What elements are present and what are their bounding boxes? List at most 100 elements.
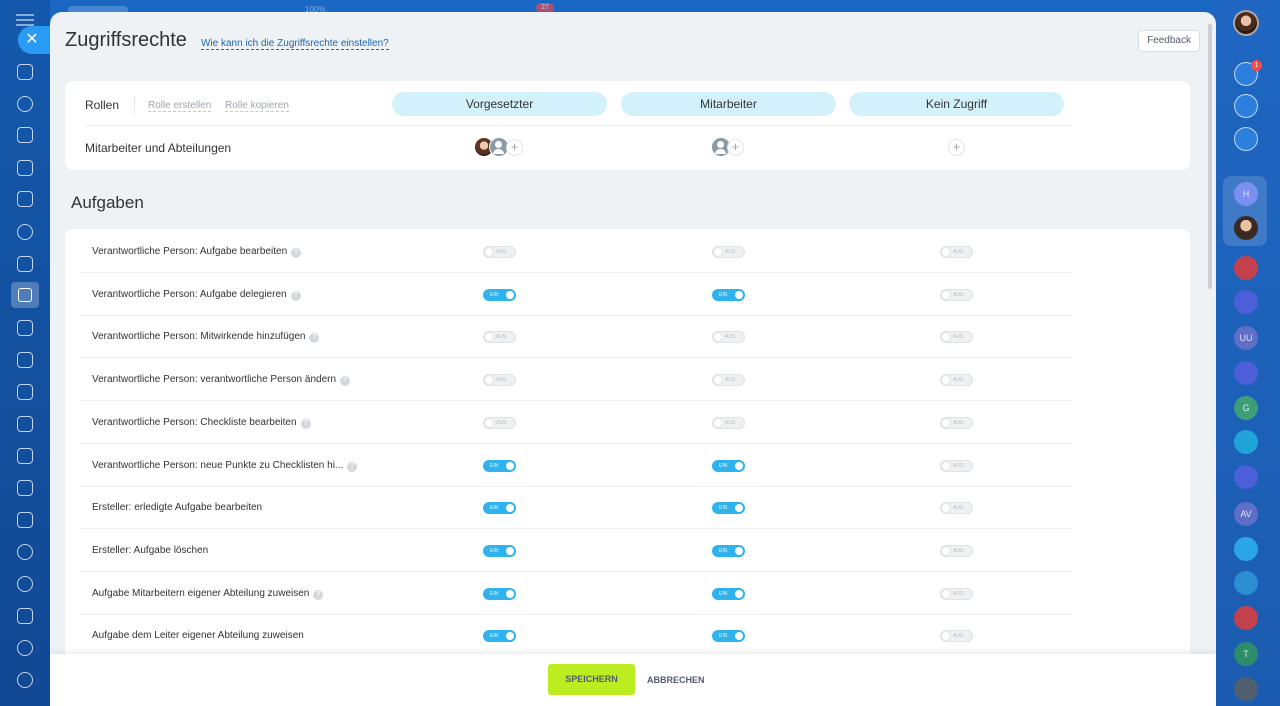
chat-avatar-t[interactable]: T [1234, 642, 1258, 666]
analytics-icon[interactable] [17, 384, 33, 400]
chat-avatar-h[interactable]: H [1234, 182, 1258, 206]
permission-toggle-vorgesetzter[interactable]: AUS [483, 331, 516, 344]
permission-toggle-kein-zugriff[interactable]: AUS [940, 587, 973, 600]
help-icon[interactable]: ? [291, 248, 302, 258]
permission-label: Ersteller: Aufgabe löschen [92, 545, 208, 556]
help-icon[interactable]: ? [313, 589, 324, 600]
permission-toggle-kein-zugriff[interactable]: AUS [940, 630, 973, 643]
lock-chat-icon[interactable] [1234, 256, 1258, 280]
channel-icon[interactable] [1234, 290, 1258, 314]
permission-toggle-kein-zugriff[interactable]: AUS [940, 502, 973, 515]
help-icon[interactable]: ? [347, 461, 358, 472]
toggle-state-text: EIN [719, 291, 728, 298]
tasks-icon[interactable] [11, 282, 39, 308]
scrollbar[interactable] [1208, 24, 1212, 289]
add-member-button[interactable]: + [948, 139, 965, 156]
permission-toggle-vorgesetzter[interactable]: EIN [483, 502, 516, 515]
drive-icon[interactable] [17, 320, 33, 336]
toggle-state-text: AUS [953, 462, 964, 469]
schedule-icon[interactable] [17, 512, 33, 528]
permission-toggle-mitarbeiter[interactable]: AUS [712, 416, 745, 429]
home-icon[interactable] [17, 64, 33, 80]
help-link[interactable]: Wie kann ich die Zugriffsrechte einstell… [201, 38, 389, 50]
chat-avatar-person[interactable] [1234, 216, 1258, 240]
permission-toggle-kein-zugriff[interactable]: AUS [940, 374, 973, 387]
permission-toggle-kein-zugriff[interactable]: AUS [940, 544, 973, 557]
permission-toggle-kein-zugriff[interactable]: AUS [940, 416, 973, 429]
add-member-button[interactable]: + [506, 139, 523, 156]
lock-chat-icon-2[interactable] [1234, 430, 1258, 454]
permission-toggle-mitarbeiter[interactable]: EIN [712, 459, 745, 472]
chat-avatar-av[interactable]: AV [1234, 502, 1258, 526]
permission-toggle-vorgesetzter[interactable]: EIN [483, 587, 516, 600]
at-sign-icon[interactable] [1234, 94, 1258, 118]
sign-icon[interactable] [17, 608, 33, 624]
permission-toggle-mitarbeiter[interactable]: EIN [712, 587, 745, 600]
settings-icon[interactable] [17, 672, 33, 688]
permission-toggle-vorgesetzter[interactable]: EIN [483, 459, 516, 472]
message-icon[interactable] [1234, 537, 1258, 561]
toggle-state-text: AUS [953, 633, 964, 640]
help-icon[interactable]: ? [309, 333, 320, 344]
toggle-knob [942, 589, 950, 598]
lock-chat-icon-3[interactable] [1234, 606, 1258, 630]
feed-icon[interactable] [17, 127, 33, 143]
task-chat-icon[interactable] [1234, 677, 1258, 701]
copy-role-link[interactable]: Rolle kopieren [225, 100, 289, 112]
permission-label: Ersteller: erledigte Aufgabe bearbeiten [92, 502, 262, 513]
chat-avatar-g[interactable]: G [1234, 396, 1258, 420]
add-member-button[interactable]: + [727, 139, 744, 156]
role-mitarbeiter[interactable]: Mitarbeiter [621, 92, 836, 116]
permission-toggle-vorgesetzter[interactable]: EIN [483, 630, 516, 643]
permission-toggle-kein-zugriff[interactable]: AUS [940, 246, 973, 258]
robot-icon[interactable] [17, 544, 33, 560]
documents-icon[interactable] [17, 256, 33, 272]
help-icon[interactable]: ? [300, 418, 311, 429]
presentation-icon[interactable] [17, 352, 33, 368]
contact-card-icon[interactable] [1234, 571, 1258, 595]
permission-toggle-vorgesetzter[interactable]: AUS [483, 374, 516, 387]
save-button[interactable]: SPEICHERN [548, 664, 635, 695]
help-icon[interactable]: ? [290, 290, 301, 301]
permission-toggle-mitarbeiter[interactable]: AUS [712, 374, 745, 387]
permission-toggle-mitarbeiter[interactable]: EIN [712, 288, 745, 301]
permission-toggle-vorgesetzter[interactable]: EIN [483, 544, 516, 557]
permission-toggle-vorgesetzter[interactable]: AUS [483, 416, 516, 429]
permission-label-text: Ersteller: Aufgabe löschen [92, 544, 209, 556]
permission-toggle-mitarbeiter[interactable]: EIN [712, 630, 745, 643]
menu-icon[interactable] [16, 14, 34, 26]
permission-toggle-mitarbeiter[interactable]: EIN [712, 544, 745, 557]
permission-toggle-kein-zugriff[interactable]: AUS [940, 331, 973, 344]
chat-avatar-uu[interactable]: UU [1234, 326, 1258, 350]
permission-toggle-kein-zugriff[interactable]: AUS [940, 288, 973, 301]
contacts-icon[interactable] [17, 480, 33, 496]
permission-toggle-kein-zugriff[interactable]: AUS [940, 459, 973, 472]
user-avatar[interactable] [1233, 10, 1259, 36]
create-role-link[interactable]: Rolle erstellen [148, 100, 212, 112]
permission-toggle-mitarbeiter[interactable]: AUS [712, 331, 745, 344]
feedback-button[interactable]: Feedback [1138, 30, 1200, 52]
page-title: Zugriffsrechte [65, 29, 187, 51]
headset-icon[interactable] [17, 640, 33, 656]
close-slider-button[interactable]: ✕ [18, 26, 50, 54]
toggle-state-text: AUS [496, 249, 507, 255]
permission-toggle-mitarbeiter[interactable]: AUS [712, 246, 745, 258]
employees-icon[interactable] [17, 224, 33, 240]
help-icon[interactable]: ? [340, 376, 351, 387]
role-vorgesetzter[interactable]: Vorgesetzter [392, 92, 607, 116]
role-kein-zugriff[interactable]: Kein Zugriff [849, 92, 1064, 116]
shop-icon[interactable] [17, 416, 33, 432]
permission-toggle-vorgesetzter[interactable]: AUS [483, 246, 516, 258]
permission-toggle-vorgesetzter[interactable]: EIN [483, 288, 516, 301]
toggle-state-text: EIN [719, 633, 728, 640]
funnel-icon[interactable] [17, 448, 33, 464]
cancel-button[interactable]: ABBRECHEN [647, 675, 705, 685]
permission-toggle-mitarbeiter[interactable]: EIN [712, 502, 745, 515]
target-icon[interactable] [17, 576, 33, 592]
activity-icon[interactable] [17, 96, 33, 112]
channel-icon-3[interactable] [1234, 465, 1258, 489]
calendar-icon[interactable] [17, 191, 33, 207]
search-chat-icon[interactable] [1234, 127, 1258, 151]
chat-icon[interactable] [17, 160, 33, 176]
channel-icon-2[interactable] [1234, 361, 1258, 385]
